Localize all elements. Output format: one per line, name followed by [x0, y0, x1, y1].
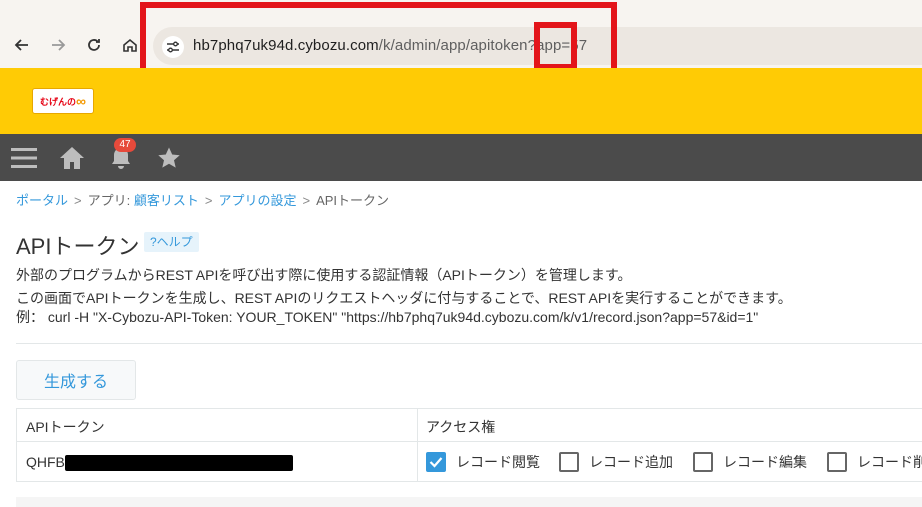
checkbox-unchecked-icon[interactable] [827, 452, 847, 472]
generate-token-button[interactable]: 生成する [16, 360, 136, 400]
breadcrumb-current: APIトークン [316, 193, 390, 208]
checkbox-unchecked-icon[interactable] [693, 452, 713, 472]
breadcrumb-app-name[interactable]: 顧客リスト [134, 193, 199, 208]
page-title: APIトークン [16, 234, 140, 259]
breadcrumb-app-prefix: アプリ: [87, 193, 134, 208]
portal-home-icon[interactable] [58, 145, 86, 171]
global-nav [0, 134, 922, 181]
breadcrumb-portal[interactable]: ポータル [16, 193, 68, 208]
column-header-token: APIトークン [26, 419, 105, 435]
breadcrumb-app-settings[interactable]: アプリの設定 [218, 193, 296, 208]
column-divider [417, 409, 418, 481]
logo-text: むげんの [40, 96, 77, 107]
breadcrumb: ポータル > アプリ: 顧客リスト > アプリの設定 > APIトークン [16, 190, 389, 209]
help-link[interactable]: ?ヘルプ [144, 232, 199, 252]
permission-label: レコード編集 [723, 454, 807, 470]
menu-icon[interactable] [10, 145, 38, 171]
permission-view[interactable]: レコード閲覧 [426, 452, 540, 472]
checkbox-unchecked-icon[interactable] [559, 452, 579, 472]
description-example: 例： curl -H "X-Cybozu-API-Token: YOUR_TOK… [16, 309, 759, 325]
highlight-box-app-id [534, 22, 577, 70]
permission-add[interactable]: レコード追加 [559, 452, 673, 472]
checkbox-checked-icon[interactable] [426, 452, 446, 472]
back-arrow-icon[interactable] [10, 33, 34, 57]
permission-delete[interactable]: レコード削 [827, 452, 922, 472]
forward-arrow-icon[interactable] [46, 33, 70, 57]
home-icon[interactable] [118, 33, 142, 57]
app-header [0, 68, 922, 134]
permission-label: レコード閲覧 [456, 454, 540, 470]
api-token-table: APIトークン アクセス権 QHFBc bGL2i4yVPv1 レコード閲覧 レ… [16, 408, 922, 482]
column-header-access: アクセス権 [426, 419, 496, 435]
description-line-1: 外部のプログラムからREST APIを呼び出す際に使用する認証情報（APIトーク… [16, 267, 632, 283]
breadcrumb-separator: > [74, 193, 82, 208]
permission-label: レコード追加 [589, 454, 673, 470]
favorites-star-icon[interactable] [155, 145, 183, 171]
notification-badge: 47 [114, 138, 136, 152]
description-line-2: この画面でAPIトークンを生成し、REST APIのリクエストヘッダに付与するこ… [16, 290, 792, 306]
permission-edit[interactable]: レコード編集 [693, 452, 807, 472]
permission-label: レコード削 [857, 454, 922, 470]
section-divider [16, 343, 922, 344]
reload-icon[interactable] [82, 33, 106, 57]
footer-strip [16, 497, 922, 507]
breadcrumb-separator: > [204, 193, 213, 208]
breadcrumb-separator: > [302, 193, 311, 208]
redaction-mark [65, 455, 293, 471]
company-logo[interactable]: むげんの ∞ [32, 88, 94, 114]
